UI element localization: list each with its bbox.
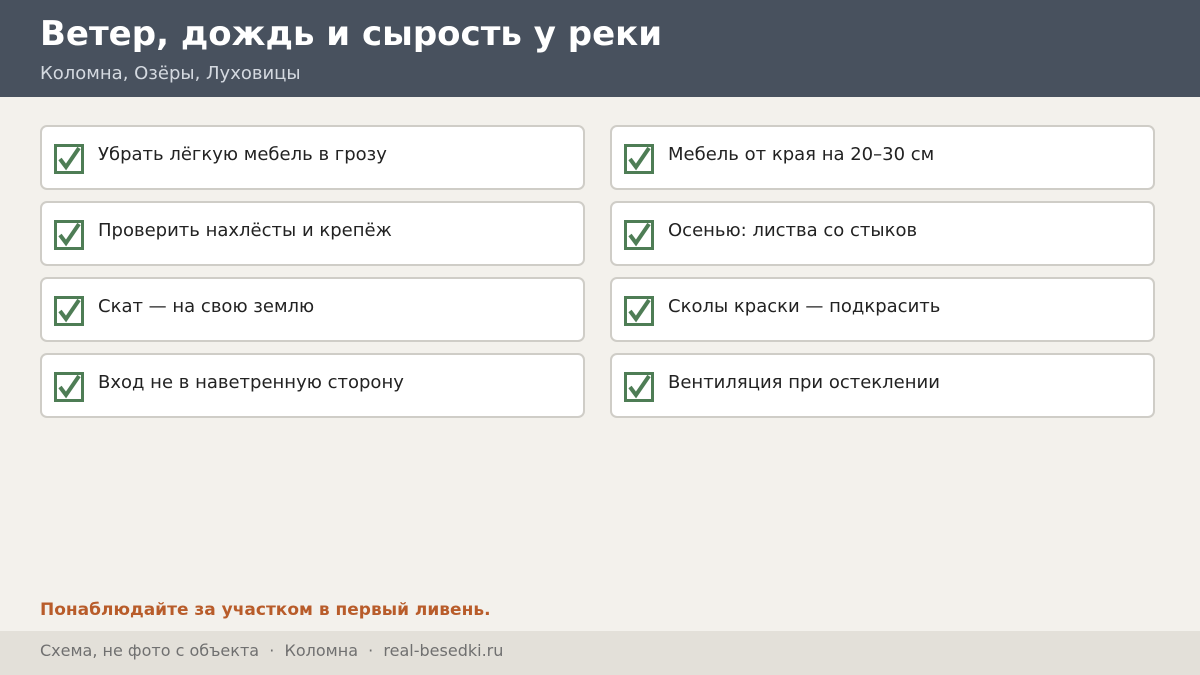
checklist-item-label: Вход не в наветренную сторону	[98, 372, 404, 393]
footer-caption: Схема, не фото с объекта · Коломна · rea…	[40, 641, 504, 660]
checklist-grid: Убрать лёгкую мебель в грозу Мебель от к…	[40, 125, 1155, 418]
checkbox-checked-icon	[624, 296, 654, 326]
checkbox-checked-icon	[54, 296, 84, 326]
checkbox-checked-icon	[54, 372, 84, 402]
checkbox-checked-icon	[624, 144, 654, 174]
page-subtitle: Коломна, Озёры, Луховицы	[40, 63, 301, 84]
checklist-item: Вентиляция при остеклении	[610, 353, 1155, 418]
checklist-item-label: Скат — на свою землю	[98, 296, 315, 317]
checklist-item: Убрать лёгкую мебель в грозу	[40, 125, 585, 190]
checkbox-checked-icon	[54, 144, 84, 174]
checkbox-checked-icon	[624, 372, 654, 402]
checkbox-checked-icon	[624, 220, 654, 250]
checklist-item-label: Мебель от края на 20–30 см	[668, 144, 935, 165]
checklist-item: Вход не в наветренную сторону	[40, 353, 585, 418]
checklist-item: Осенью: листва со стыков	[610, 201, 1155, 266]
checklist-item-label: Вентиляция при остеклении	[668, 372, 940, 393]
checklist-item-label: Проверить нахлёсты и крепёж	[98, 220, 392, 241]
callout-note: Понаблюдайте за участком в первый ливень…	[40, 600, 491, 620]
checklist-item-label: Сколы краски — подкрасить	[668, 296, 941, 317]
checklist-item: Скат — на свою землю	[40, 277, 585, 342]
checklist-item-label: Убрать лёгкую мебель в грозу	[98, 144, 387, 165]
checklist-item: Сколы краски — подкрасить	[610, 277, 1155, 342]
header-bar: Ветер, дождь и сырость у реки Коломна, О…	[0, 0, 1200, 97]
footer-bar: Схема, не фото с объекта · Коломна · rea…	[0, 631, 1200, 675]
checklist-item: Мебель от края на 20–30 см	[610, 125, 1155, 190]
checkbox-checked-icon	[54, 220, 84, 250]
checklist-item-label: Осенью: листва со стыков	[668, 220, 918, 241]
checklist-item: Проверить нахлёсты и крепёж	[40, 201, 585, 266]
page-title: Ветер, дождь и сырость у реки	[40, 14, 663, 54]
